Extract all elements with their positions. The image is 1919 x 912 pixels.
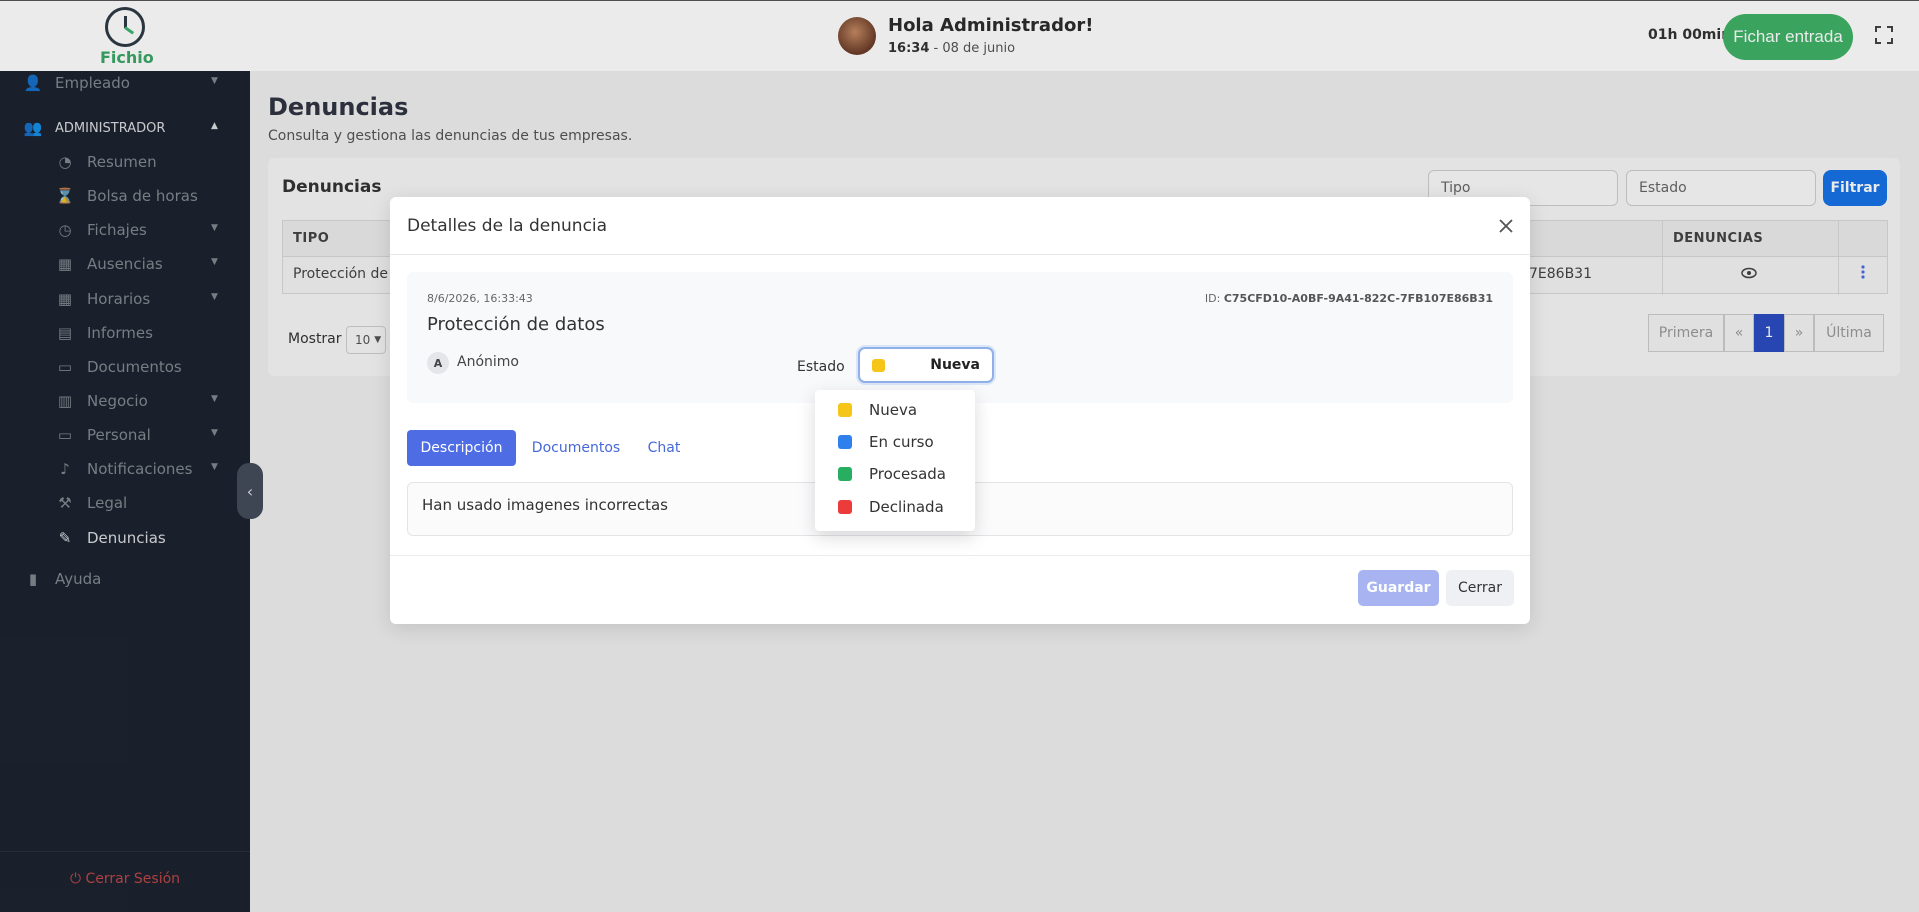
denuncia-type: Protección de datos	[427, 314, 605, 335]
estado-color-swatch	[838, 403, 852, 417]
anon-avatar: A	[427, 352, 449, 374]
estado-option-label: Procesada	[869, 465, 946, 483]
estado-option-procesada[interactable]: Procesada	[815, 458, 975, 490]
estado-option-en-curso[interactable]: En curso	[815, 426, 975, 458]
denuncia-id: ID: C75CFD10-A0BF-9A41-822C-7FB107E86B31	[1205, 292, 1493, 305]
id-value: C75CFD10-A0BF-9A41-822C-7FB107E86B31	[1223, 292, 1493, 305]
estado-option-label: Nueva	[869, 401, 918, 419]
tab-documentos[interactable]: Documentos	[525, 430, 627, 466]
modal-header: Detalles de la denuncia	[390, 197, 1530, 255]
cerrar-button[interactable]: Cerrar	[1446, 570, 1514, 606]
sidebar-dim	[0, 71, 250, 912]
estado-value: Nueva	[930, 357, 980, 373]
estado-color-swatch	[838, 435, 852, 449]
denuncia-date: 8/6/2026, 16:33:43	[427, 292, 533, 305]
estado-dropdown: Nueva En curso Procesada Declinada	[815, 390, 975, 531]
estado-option-label: En curso	[869, 433, 934, 451]
estado-option-declinada[interactable]: Declinada	[815, 491, 975, 523]
id-prefix: ID:	[1204, 292, 1224, 305]
estado-color-swatch	[838, 467, 852, 481]
denuncia-summary: 8/6/2026, 16:33:43 ID: C75CFD10-A0BF-9A4…	[407, 272, 1513, 403]
guardar-button[interactable]: Guardar	[1358, 570, 1439, 606]
estado-label: Estado	[797, 359, 845, 375]
modal-title: Detalles de la denuncia	[407, 216, 608, 236]
anon-label: Anónimo	[457, 354, 519, 370]
estado-option-label: Declinada	[869, 498, 944, 516]
estado-option-nueva[interactable]: Nueva	[815, 394, 975, 426]
close-icon[interactable]	[1497, 217, 1515, 235]
chevron-left-icon: ‹	[246, 481, 254, 501]
tab-descripcion[interactable]: Descripción	[407, 430, 516, 466]
tab-chat[interactable]: Chat	[637, 430, 691, 466]
sidebar-collapse-handle[interactable]: ‹	[237, 463, 263, 519]
estado-color-swatch	[872, 359, 885, 372]
description-text: Han usado imagenes incorrectas	[422, 496, 668, 514]
estado-color-swatch	[838, 500, 852, 514]
estado-select[interactable]: Nueva	[858, 347, 994, 383]
